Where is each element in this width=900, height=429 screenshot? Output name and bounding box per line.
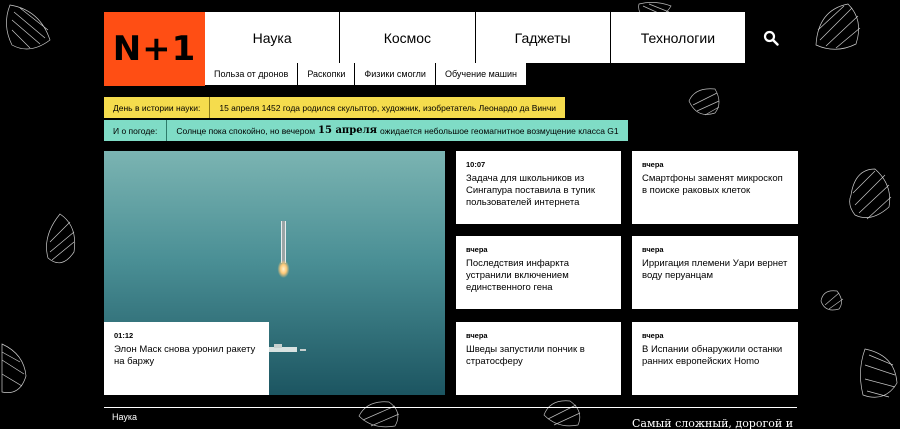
hero-article[interactable]: 01:12 Элон Маск снова уронил ракету на б…	[104, 151, 445, 395]
seashell-icon	[543, 400, 581, 427]
nav-item-technology[interactable]: Технологии	[609, 12, 745, 63]
subnav-item-physicists[interactable]: Физики смогли	[354, 63, 435, 85]
nav-item-space[interactable]: Космос	[339, 12, 474, 63]
weather-label: И о погоде:	[104, 120, 168, 141]
card-title: В Испании обнаружили останки ранних евро…	[642, 344, 783, 367]
card-time: вчера	[642, 331, 664, 340]
hero-time: 01:12	[114, 331, 134, 340]
subnav-item-machine-learning[interactable]: Обучение машин	[434, 63, 527, 85]
seashell-icon	[6, 4, 51, 50]
card-title: Смартфоны заменят микроскоп в поиске рак…	[642, 173, 783, 196]
subnav-item-excavations[interactable]: Раскопки	[297, 63, 355, 85]
seashell-icon	[849, 168, 892, 220]
nav-item-gadgets[interactable]: Гаджеты	[474, 12, 610, 63]
history-text[interactable]: 15 апреля 1452 года родился скульптор, х…	[210, 97, 566, 118]
weather-text-after: ожидается небольшое геомагнитное возмуще…	[380, 125, 619, 136]
weather-text-before: Солнце пока спокойно, но вечером	[176, 125, 316, 136]
seashell-icon	[815, 3, 861, 50]
news-card[interactable]: вчера Смартфоны заменят микроскоп в поис…	[632, 151, 798, 224]
section-divider	[104, 407, 797, 408]
hero-card[interactable]: 01:12 Элон Маск снова уронил ракету на б…	[104, 322, 269, 395]
weather-date: 15 апреля	[318, 125, 378, 136]
seashell-icon	[46, 213, 76, 264]
hero-title: Элон Маск снова уронил ракету на баржу	[114, 344, 256, 367]
news-card[interactable]: вчера Последствия инфаркта устранили вкл…	[456, 236, 621, 309]
search-button[interactable]	[745, 12, 797, 63]
card-time: вчера	[642, 160, 664, 169]
site-logo[interactable]: N+1	[104, 12, 205, 86]
card-time: вчера	[466, 331, 488, 340]
seashell-icon	[358, 401, 400, 428]
promo-text[interactable]: Самый сложный, дорогой и	[632, 417, 793, 429]
seashell-icon	[688, 88, 720, 116]
search-icon	[763, 30, 779, 46]
weather-text[interactable]: Солнце пока спокойно, но вечером 15 апре…	[167, 120, 628, 141]
section-label[interactable]: Наука	[112, 412, 137, 422]
main-nav: Наука Космос Гаджеты Технологии	[205, 12, 745, 63]
card-time: вчера	[642, 245, 664, 254]
history-bar: День в истории науки: 15 апреля 1452 год…	[104, 97, 566, 118]
news-card[interactable]: 10:07 Задача для школьников из Сингапура…	[456, 151, 621, 224]
news-card[interactable]: вчера В Испании обнаружили останки ранни…	[632, 322, 798, 395]
history-label: День в истории науки:	[104, 97, 211, 118]
logo-text: N+1	[112, 29, 197, 69]
card-title: Задача для школьников из Сингапура поста…	[466, 173, 595, 208]
card-title: Последствия инфаркта устранили включение…	[466, 258, 569, 293]
subnav-item-drones[interactable]: Польза от дронов	[205, 63, 298, 85]
weather-bar: И о погоде: Солнце пока спокойно, но веч…	[104, 120, 628, 141]
seashell-icon	[860, 348, 898, 398]
nav-item-science[interactable]: Наука	[205, 12, 339, 63]
card-time: вчера	[466, 245, 488, 254]
sub-nav: Польза от дронов Раскопки Физики смогли …	[205, 63, 527, 85]
card-time: 10:07	[466, 160, 486, 169]
card-title: Шведы запустили пончик в стратосферу	[466, 344, 585, 367]
card-title: Ирригация племени Уари вернет воду перуа…	[642, 258, 788, 281]
seashell-icon	[1, 343, 27, 393]
seashell-icon	[820, 290, 844, 311]
news-card[interactable]: вчера Шведы запустили пончик в стратосфе…	[456, 322, 621, 395]
news-card[interactable]: вчера Ирригация племени Уари вернет воду…	[632, 236, 798, 309]
